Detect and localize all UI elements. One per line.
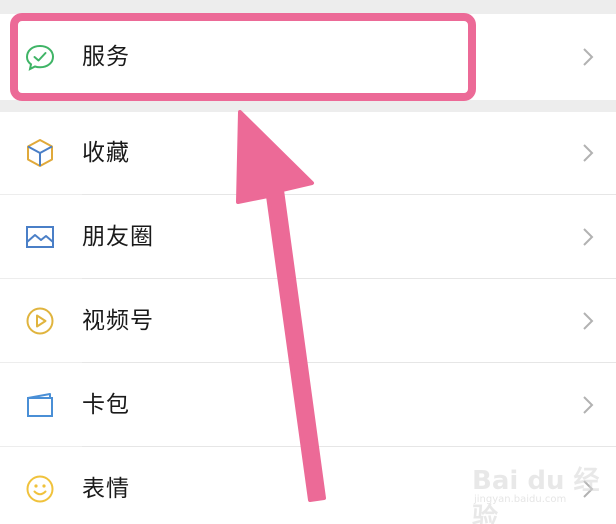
menu-item-label: 朋友圈 bbox=[82, 224, 154, 250]
favorites-cube-icon bbox=[24, 137, 56, 169]
chevron-right-icon bbox=[580, 477, 596, 501]
chevron-right-icon bbox=[580, 393, 596, 417]
chevron-right-icon bbox=[580, 45, 596, 69]
menu-item-moments[interactable]: 朋友圈 bbox=[0, 195, 616, 278]
menu-item-label: 表情 bbox=[82, 476, 130, 502]
menu-item-favorites[interactable]: 收藏 bbox=[0, 112, 616, 194]
menu-item-label: 服务 bbox=[82, 44, 130, 70]
section-gap bbox=[0, 100, 616, 112]
menu-item-card-wallet[interactable]: 卡包 bbox=[0, 363, 616, 446]
menu-item-label: 卡包 bbox=[82, 392, 130, 418]
menu-item-service[interactable]: 服务 bbox=[0, 14, 616, 100]
menu-item-stickers[interactable]: 表情 bbox=[0, 447, 616, 524]
service-chat-check-icon bbox=[24, 41, 56, 73]
sticker-smile-icon bbox=[24, 473, 56, 505]
chevron-right-icon bbox=[580, 225, 596, 249]
card-wallet-icon bbox=[24, 389, 56, 421]
channels-play-icon bbox=[24, 305, 56, 337]
chevron-right-icon bbox=[580, 141, 596, 165]
menu-item-label: 收藏 bbox=[82, 140, 130, 166]
menu-item-channels[interactable]: 视频号 bbox=[0, 279, 616, 362]
wechat-me-menu-screen: 服务 收藏 朋友圈 视频号 卡包 表情 Bai du 经验 jingyan.ba… bbox=[0, 0, 616, 524]
menu-item-label: 视频号 bbox=[82, 308, 154, 334]
chevron-right-icon bbox=[580, 309, 596, 333]
moments-picture-icon bbox=[24, 221, 56, 253]
top-gap bbox=[0, 0, 616, 14]
